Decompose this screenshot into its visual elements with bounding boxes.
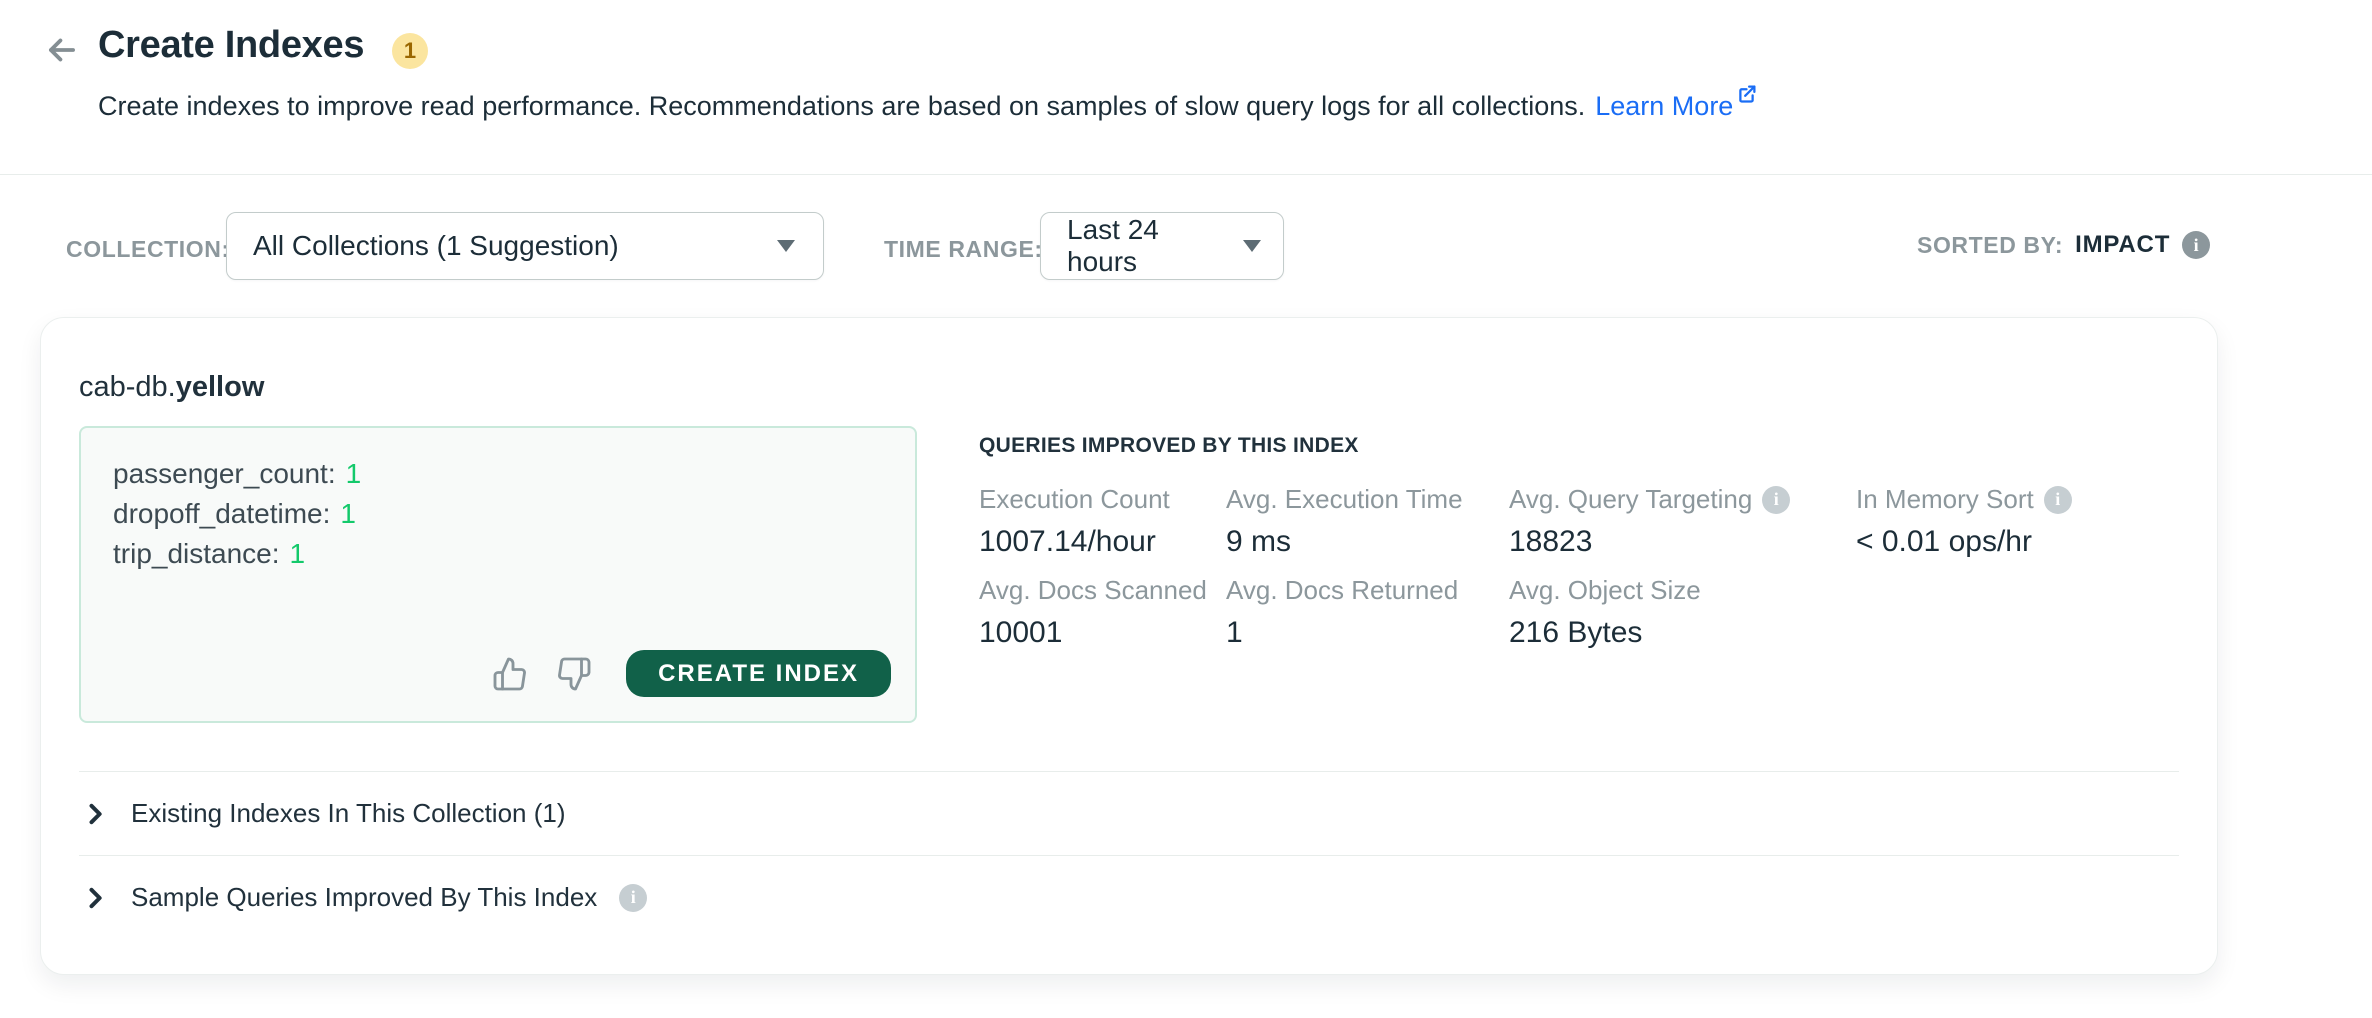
chevron-down-icon: [777, 240, 795, 252]
header-divider: [0, 174, 2372, 175]
thumbs-down-button[interactable]: [554, 654, 594, 694]
suggestion-count-badge: 1: [392, 33, 428, 69]
metric-label: Avg. Execution Time: [1226, 484, 1463, 515]
sample-queries-section[interactable]: Sample Queries Improved By This Index i: [79, 855, 2179, 939]
metric-value: 18823: [1509, 525, 1856, 559]
card-sections: Existing Indexes In This Collection (1) …: [79, 771, 2179, 939]
collection-filter-label: COLLECTION:: [66, 236, 230, 263]
index-field-value: 1: [346, 458, 362, 489]
thumbs-down-icon: [556, 656, 592, 692]
index-field-name: trip_distance:: [113, 538, 280, 569]
collection-name: yellow: [176, 371, 265, 403]
suggested-index-definition: passenger_count:1 dropoff_datetime:1 tri…: [79, 426, 917, 723]
index-field-name: passenger_count:: [113, 458, 336, 489]
collection-dropdown[interactable]: All Collections (1 Suggestion): [226, 212, 824, 280]
chevron-right-icon: [81, 884, 109, 912]
metric-value: 1: [1226, 616, 1509, 650]
metric-avg-docs-scanned: Avg. Docs Scanned 10001: [979, 575, 1226, 650]
learn-more-link[interactable]: Learn More: [1595, 91, 1757, 121]
back-button[interactable]: [40, 28, 84, 72]
index-field-row: passenger_count: 1: [113, 454, 915, 494]
chevron-right-icon: [81, 800, 109, 828]
database-name: cab-db.: [79, 371, 176, 403]
subtitle-text: Create indexes to improve read performan…: [98, 91, 1585, 121]
metric-label: Avg. Docs Scanned: [979, 575, 1207, 606]
section-label: Existing Indexes In This Collection (1): [131, 798, 566, 829]
sorted-by-label: SORTED BY:: [1917, 232, 2063, 259]
time-range-dropdown-value: Last 24 hours: [1067, 214, 1227, 278]
info-icon[interactable]: i: [2182, 231, 2210, 259]
metric-value: 216 Bytes: [1509, 616, 1856, 650]
metric-label: Avg. Query Targeting: [1509, 484, 1752, 515]
metric-execution-count: Execution Count 1007.14/hour: [979, 484, 1226, 559]
collection-dropdown-value: All Collections (1 Suggestion): [253, 230, 619, 262]
time-range-filter-label: TIME RANGE:: [884, 236, 1043, 263]
index-field-value: 1: [290, 538, 306, 569]
sorted-by-value: IMPACT: [2075, 231, 2170, 259]
info-icon[interactable]: i: [1762, 486, 1790, 514]
metric-label: Avg. Docs Returned: [1226, 575, 1458, 606]
thumbs-up-icon: [492, 656, 528, 692]
metric-label: Avg. Object Size: [1509, 575, 1701, 606]
thumbs-up-button[interactable]: [490, 654, 530, 694]
metric-value: 9 ms: [1226, 525, 1509, 559]
learn-more-label: Learn More: [1595, 91, 1733, 121]
metric-avg-docs-returned: Avg. Docs Returned 1: [1226, 575, 1509, 650]
metric-value: 1007.14/hour: [979, 525, 1226, 559]
index-field-value: 1: [340, 498, 356, 529]
index-suggestion-card: cab-db.yellow passenger_count:1 dropoff_…: [40, 317, 2218, 975]
index-field-name: dropoff_datetime:: [113, 498, 330, 529]
metric-value: 10001: [979, 616, 1226, 650]
metrics-heading: QUERIES IMPROVED BY THIS INDEX: [979, 434, 2179, 458]
namespace-title: cab-db.yellow: [79, 371, 264, 404]
metric-avg-execution-time: Avg. Execution Time 9 ms: [1226, 484, 1509, 559]
metric-label: In Memory Sort: [1856, 484, 2034, 515]
queries-improved-panel: QUERIES IMPROVED BY THIS INDEX Execution…: [979, 434, 2179, 650]
page-title: Create Indexes: [98, 24, 364, 67]
section-label: Sample Queries Improved By This Index: [131, 882, 597, 913]
time-range-dropdown[interactable]: Last 24 hours: [1040, 212, 1284, 280]
info-icon[interactable]: i: [2044, 486, 2072, 514]
create-index-button[interactable]: CREATE INDEX: [626, 650, 891, 697]
index-field-row: trip_distance: 1: [113, 534, 915, 574]
chevron-down-icon: [1243, 240, 1261, 252]
index-field-row: dropoff_datetime: 1: [113, 494, 915, 534]
metric-avg-object-size: Avg. Object Size 216 Bytes: [1509, 575, 1856, 650]
metric-label: Execution Count: [979, 484, 1170, 515]
metrics-grid: Execution Count 1007.14/hour Avg. Execut…: [979, 484, 2179, 650]
info-icon[interactable]: i: [619, 884, 647, 912]
metric-in-memory-sort: In Memory Sort i < 0.01 ops/hr: [1856, 484, 2179, 559]
create-indexes-page: Create Indexes 1 Create indexes to impro…: [0, 0, 2372, 1018]
existing-indexes-section[interactable]: Existing Indexes In This Collection (1): [79, 771, 2179, 855]
suggestion-actions: CREATE INDEX: [490, 650, 891, 697]
metric-value: < 0.01 ops/hr: [1856, 525, 2179, 559]
arrow-left-icon: [43, 31, 81, 69]
external-link-icon: [1733, 91, 1757, 121]
page-subtitle: Create indexes to improve read performan…: [98, 84, 1757, 122]
sorted-by: SORTED BY: IMPACT i: [1917, 231, 2210, 259]
metric-avg-query-targeting: Avg. Query Targeting i 18823: [1509, 484, 1856, 559]
